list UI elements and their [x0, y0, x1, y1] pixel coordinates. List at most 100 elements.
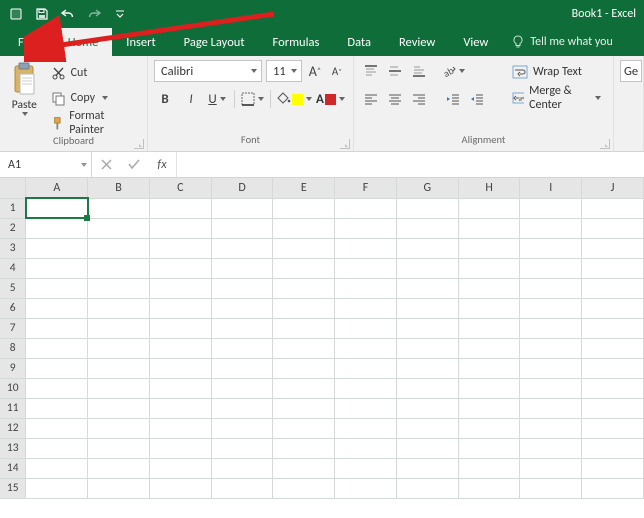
- cell[interactable]: [88, 238, 150, 258]
- excel-app-icon[interactable]: [4, 2, 28, 26]
- align-top-button[interactable]: [360, 60, 382, 82]
- cell[interactable]: [335, 278, 397, 298]
- cell[interactable]: [211, 358, 273, 378]
- cell[interactable]: [88, 358, 150, 378]
- cell[interactable]: [458, 198, 520, 218]
- cell[interactable]: [88, 378, 150, 398]
- cell[interactable]: [520, 378, 582, 398]
- number-format-combo[interactable]: Ge: [620, 60, 642, 82]
- cell[interactable]: [396, 318, 458, 338]
- tab-home[interactable]: Home: [54, 28, 113, 56]
- cell[interactable]: [582, 298, 644, 318]
- cell[interactable]: [520, 438, 582, 458]
- cell[interactable]: [273, 478, 335, 498]
- orientation-button[interactable]: ab: [442, 60, 465, 82]
- cell[interactable]: [273, 298, 335, 318]
- column-header[interactable]: C: [149, 178, 211, 198]
- cell[interactable]: [273, 318, 335, 338]
- column-header[interactable]: J: [582, 178, 644, 198]
- font-size-combo[interactable]: 11: [266, 60, 302, 82]
- cell[interactable]: [88, 198, 150, 218]
- cell[interactable]: [458, 218, 520, 238]
- cell[interactable]: [273, 418, 335, 438]
- row-header[interactable]: 12: [0, 418, 26, 438]
- tab-review[interactable]: Review: [385, 28, 449, 56]
- cell[interactable]: [335, 418, 397, 438]
- cell[interactable]: [88, 418, 150, 438]
- cell[interactable]: [211, 478, 273, 498]
- cell[interactable]: [458, 418, 520, 438]
- row-header[interactable]: 14: [0, 458, 26, 478]
- alignment-dialog-launcher[interactable]: [600, 139, 610, 149]
- cell[interactable]: [335, 298, 397, 318]
- cell[interactable]: [211, 398, 273, 418]
- increase-indent-button[interactable]: [466, 88, 488, 110]
- cell[interactable]: [149, 198, 211, 218]
- cell[interactable]: [88, 398, 150, 418]
- borders-button[interactable]: [241, 88, 264, 110]
- cell[interactable]: [88, 278, 150, 298]
- cell[interactable]: [335, 478, 397, 498]
- cell[interactable]: [396, 198, 458, 218]
- cell[interactable]: [458, 338, 520, 358]
- cell[interactable]: [26, 258, 88, 278]
- cell[interactable]: [273, 258, 335, 278]
- cell[interactable]: [211, 338, 273, 358]
- cell[interactable]: [26, 358, 88, 378]
- cell[interactable]: [520, 298, 582, 318]
- cell[interactable]: [211, 458, 273, 478]
- cell[interactable]: [458, 398, 520, 418]
- cell[interactable]: [26, 198, 88, 218]
- cell[interactable]: [149, 218, 211, 238]
- row-header[interactable]: 7: [0, 318, 26, 338]
- cell[interactable]: [335, 338, 397, 358]
- cell[interactable]: [335, 378, 397, 398]
- cell[interactable]: [273, 398, 335, 418]
- cell[interactable]: [520, 478, 582, 498]
- font-color-button[interactable]: A: [316, 88, 345, 110]
- cell[interactable]: [458, 378, 520, 398]
- column-header[interactable]: I: [520, 178, 582, 198]
- tab-insert[interactable]: Insert: [112, 28, 169, 56]
- cell[interactable]: [149, 358, 211, 378]
- cell[interactable]: [335, 318, 397, 338]
- wrap-text-button[interactable]: Wrap Text: [506, 60, 607, 84]
- cell[interactable]: [273, 378, 335, 398]
- cell[interactable]: [335, 458, 397, 478]
- copy-button[interactable]: Copy: [49, 87, 137, 109]
- cell[interactable]: [582, 378, 644, 398]
- cell[interactable]: [88, 458, 150, 478]
- cell[interactable]: [582, 338, 644, 358]
- cell[interactable]: [520, 358, 582, 378]
- cell[interactable]: [458, 278, 520, 298]
- cell[interactable]: [396, 278, 458, 298]
- tab-data[interactable]: Data: [333, 28, 385, 56]
- cell[interactable]: [582, 198, 644, 218]
- font-dialog-launcher[interactable]: [340, 139, 350, 149]
- cell[interactable]: [520, 198, 582, 218]
- cell[interactable]: [88, 318, 150, 338]
- align-left-button[interactable]: [360, 88, 382, 110]
- row-header[interactable]: 8: [0, 338, 26, 358]
- cell[interactable]: [458, 478, 520, 498]
- row-header[interactable]: 6: [0, 298, 26, 318]
- cell[interactable]: [149, 278, 211, 298]
- cell[interactable]: [520, 458, 582, 478]
- cell[interactable]: [273, 458, 335, 478]
- cell[interactable]: [273, 238, 335, 258]
- cell[interactable]: [458, 258, 520, 278]
- grow-font-button[interactable]: A˄: [306, 60, 324, 82]
- cell[interactable]: [335, 398, 397, 418]
- column-header[interactable]: A: [26, 178, 88, 198]
- cell[interactable]: [26, 318, 88, 338]
- row-header[interactable]: 15: [0, 478, 26, 498]
- cell[interactable]: [582, 458, 644, 478]
- cell[interactable]: [520, 238, 582, 258]
- cell[interactable]: [273, 438, 335, 458]
- cell[interactable]: [458, 358, 520, 378]
- cancel-formula-button[interactable]: [92, 159, 120, 170]
- cell[interactable]: [26, 278, 88, 298]
- align-right-button[interactable]: [408, 88, 430, 110]
- insert-function-button[interactable]: fx: [148, 157, 176, 172]
- cell[interactable]: [520, 338, 582, 358]
